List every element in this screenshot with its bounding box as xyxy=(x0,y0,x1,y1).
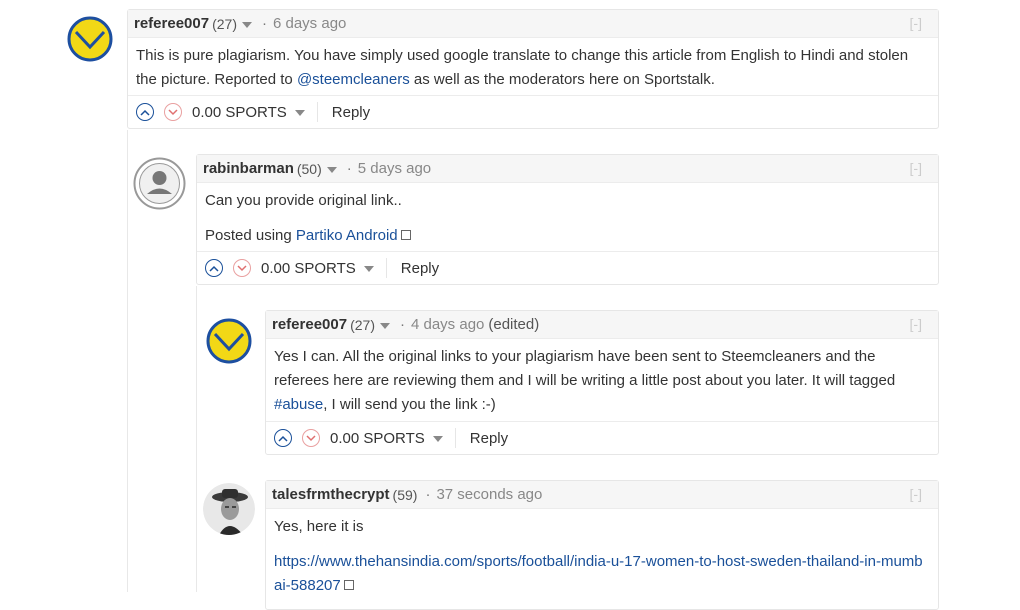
default-user-avatar-icon xyxy=(133,157,186,210)
author-reputation: (59) xyxy=(392,486,418,503)
comment-header: referee007 (27) · 6 days ago [-] xyxy=(128,10,938,38)
timestamp[interactable]: 6 days ago xyxy=(273,15,346,32)
upvote-button[interactable] xyxy=(274,429,292,447)
comment-card: referee007 (27) · 4 days ago (edited) [-… xyxy=(265,310,939,455)
avatar[interactable] xyxy=(67,16,113,62)
timestamp[interactable]: 37 seconds ago xyxy=(436,486,542,503)
comment-footer: 0.00 SPORTS Reply xyxy=(197,251,938,284)
comment-footer: 0.00 SPORTS Reply xyxy=(266,421,938,454)
timestamp[interactable]: 4 days ago xyxy=(411,316,484,333)
caret-down-icon[interactable] xyxy=(294,110,305,116)
hashtag-link[interactable]: #abuse xyxy=(274,396,323,413)
author-name[interactable]: referee007 xyxy=(134,15,209,32)
chevron-up-icon xyxy=(209,265,219,272)
payout-value[interactable]: 0.00 SPORTS xyxy=(192,104,287,121)
partiko-link[interactable]: Partiko Android xyxy=(296,227,398,244)
collapse-toggle[interactable]: [-] xyxy=(910,15,922,31)
collapse-toggle[interactable]: [-] xyxy=(910,486,922,502)
chevron-up-icon xyxy=(278,435,288,442)
thread-line-level2 xyxy=(196,286,197,592)
mention-link[interactable]: @steemcleaners xyxy=(297,71,410,88)
caret-down-icon[interactable] xyxy=(379,322,390,329)
cowboy-portrait-avatar-icon xyxy=(203,483,255,535)
caret-down-icon[interactable] xyxy=(241,21,252,28)
avatar[interactable] xyxy=(206,318,252,364)
comment-body: This is pure plagiarism. You have simply… xyxy=(136,47,909,88)
comment-body: Can you provide original link.. Posted u… xyxy=(197,183,938,248)
external-link-icon xyxy=(343,580,354,590)
author-name[interactable]: rabinbarman xyxy=(203,160,294,177)
timestamp[interactable]: 5 days ago xyxy=(358,160,431,177)
chevron-down-icon xyxy=(237,264,247,271)
author-name[interactable]: referee007 xyxy=(272,316,347,333)
external-link-icon xyxy=(400,230,411,240)
comment-header: talesfrmthecrypt (59) · 37 seconds ago [… xyxy=(266,481,938,509)
comment-card: rabinbarman (50) · 5 days ago [-] Can yo… xyxy=(196,154,939,285)
edited-label: (edited) xyxy=(488,316,540,333)
avatar[interactable] xyxy=(133,157,186,210)
author-reputation: (50) xyxy=(296,160,322,177)
upvote-button[interactable] xyxy=(205,259,223,277)
author-reputation: (27) xyxy=(350,316,375,333)
chevron-up-icon xyxy=(140,109,150,116)
author-reputation: (27) xyxy=(212,15,237,32)
payout-value[interactable]: 0.00 SPORTS xyxy=(261,260,356,277)
caret-down-icon[interactable] xyxy=(326,166,337,173)
downvote-button[interactable] xyxy=(233,259,251,277)
downvote-button[interactable] xyxy=(164,103,182,121)
reply-button[interactable]: Reply xyxy=(332,104,370,121)
article-link[interactable]: https://www.thehansindia.com/sports/foot… xyxy=(274,553,923,594)
reply-button[interactable]: Reply xyxy=(470,430,508,447)
collapse-toggle[interactable]: [-] xyxy=(910,160,922,176)
chevron-down-icon xyxy=(306,434,316,441)
payout-value[interactable]: 0.00 SPORTS xyxy=(330,430,425,447)
collapse-toggle[interactable]: [-] xyxy=(910,316,922,332)
downvote-button[interactable] xyxy=(302,429,320,447)
comment-body: Yes I can. All the original links to you… xyxy=(274,348,896,413)
upvote-button[interactable] xyxy=(136,103,154,121)
comment-header: referee007 (27) · 4 days ago (edited) [-… xyxy=(266,311,938,339)
avatar[interactable] xyxy=(203,483,255,535)
comment-card: referee007 (27) · 6 days ago [-] This is… xyxy=(127,9,939,129)
reply-button[interactable]: Reply xyxy=(401,260,439,277)
comment-header: rabinbarman (50) · 5 days ago [-] xyxy=(197,155,938,183)
leeds-smiley-avatar-icon xyxy=(206,318,252,364)
leeds-smiley-avatar-icon xyxy=(67,16,113,62)
comment-footer: 0.00 SPORTS Reply xyxy=(128,95,938,128)
comment-body: Yes, here it is https://www.thehansindia… xyxy=(274,518,923,594)
chevron-down-icon xyxy=(168,108,178,115)
author-name[interactable]: talesfrmthecrypt xyxy=(272,486,390,503)
caret-down-icon[interactable] xyxy=(363,266,374,272)
comment-card: talesfrmthecrypt (59) · 37 seconds ago [… xyxy=(265,480,939,610)
caret-down-icon[interactable] xyxy=(432,436,443,442)
thread-line-level1 xyxy=(127,130,128,592)
